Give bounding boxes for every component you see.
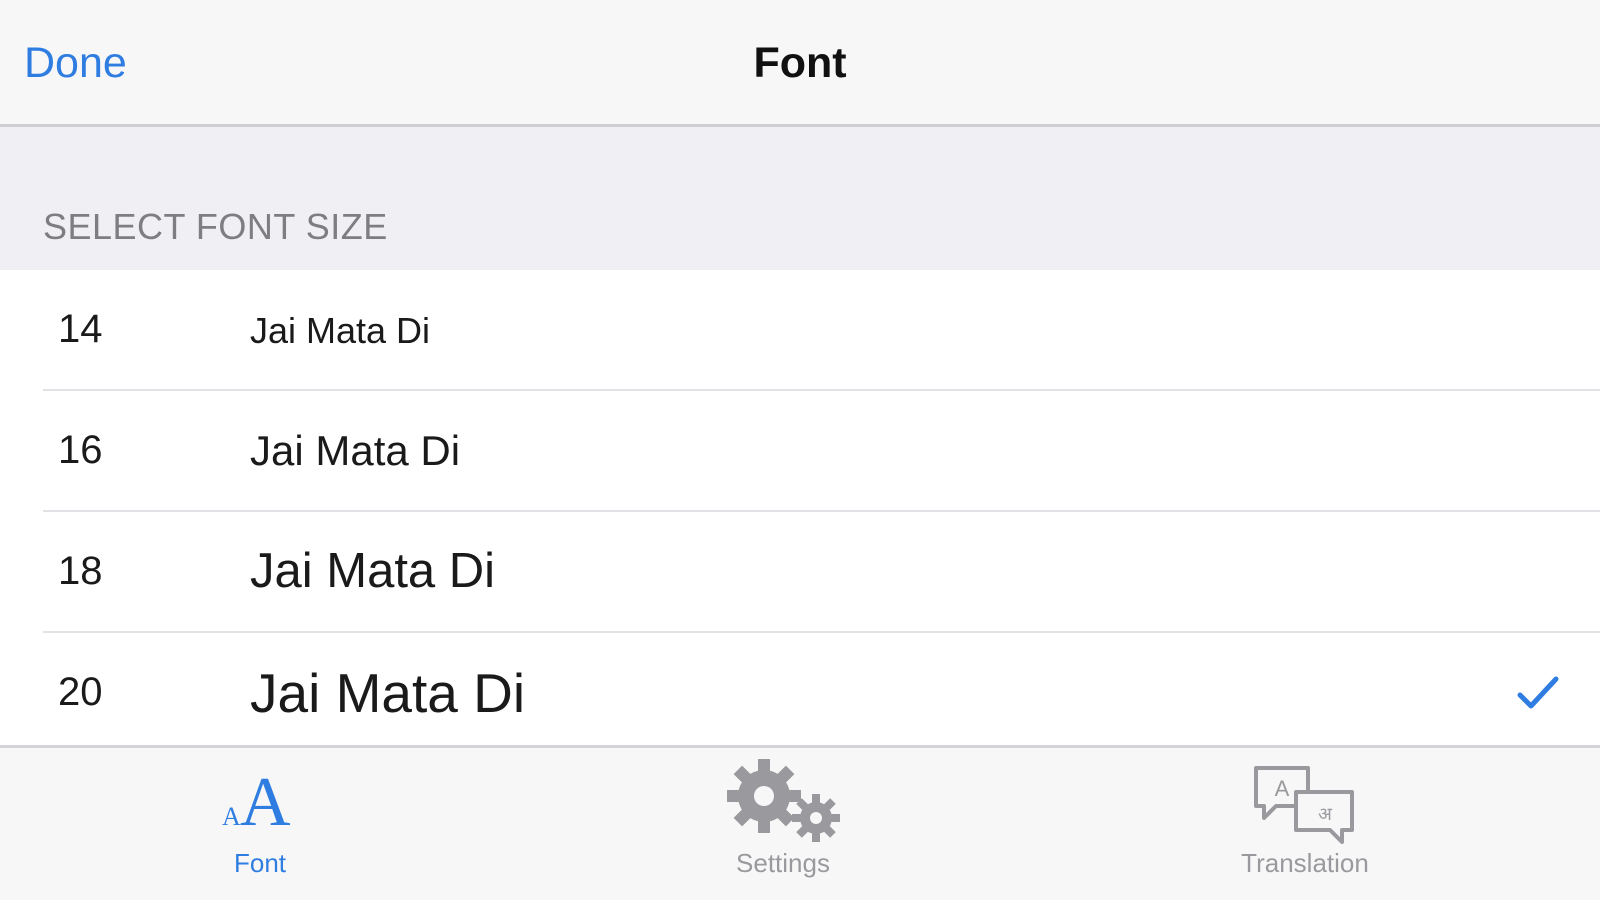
font-size-value: 18: [58, 549, 103, 593]
font-size-row-14[interactable]: 14 Jai Mata Di: [0, 270, 1600, 391]
svg-text:A: A: [1275, 776, 1290, 801]
font-size-value: 20: [58, 670, 103, 714]
checkmark-icon: [1517, 676, 1559, 709]
font-size-value: 14: [58, 307, 103, 351]
font-settings-screen: Done Font SELECT FONT SIZE 14 Jai Mata D…: [0, 0, 1600, 900]
tab-bar: A A Font Settings A अ Translation: [0, 745, 1600, 900]
font-size-icon: A A: [222, 764, 291, 841]
font-size-row-18[interactable]: 18 Jai Mata Di: [0, 512, 1600, 633]
tab-settings[interactable]: Settings: [633, 748, 933, 900]
section-header-label: SELECT FONT SIZE: [43, 206, 388, 247]
svg-text:अ: अ: [1318, 804, 1333, 824]
tab-font[interactable]: A A Font: [110, 748, 410, 900]
font-size-row-20[interactable]: 20 Jai Mata Di: [0, 633, 1600, 754]
font-sample-text: Jai Mata Di: [250, 544, 496, 598]
tab-translation[interactable]: A अ Translation: [1155, 748, 1455, 900]
navigation-bar: Done Font: [0, 0, 1600, 127]
font-sample-text: Jai Mata Di: [250, 310, 431, 351]
page-title: Font: [753, 39, 847, 87]
font-sample-text: Jai Mata Di: [250, 662, 526, 724]
font-size-list: 14 Jai Mata Di 16 Jai Mata Di 18 Jai Mat…: [0, 270, 1600, 754]
font-size-value: 16: [58, 428, 103, 472]
font-sample-text: Jai Mata Di: [250, 427, 461, 474]
tab-settings-label: Settings: [736, 848, 830, 878]
font-size-row-16[interactable]: 16 Jai Mata Di: [0, 391, 1600, 512]
gears-icon: [727, 759, 840, 842]
tab-translation-label: Translation: [1241, 848, 1369, 878]
section-header: SELECT FONT SIZE: [0, 127, 1600, 270]
translation-bubbles-icon: A अ: [1254, 766, 1354, 844]
tab-font-label: Font: [233, 848, 287, 878]
